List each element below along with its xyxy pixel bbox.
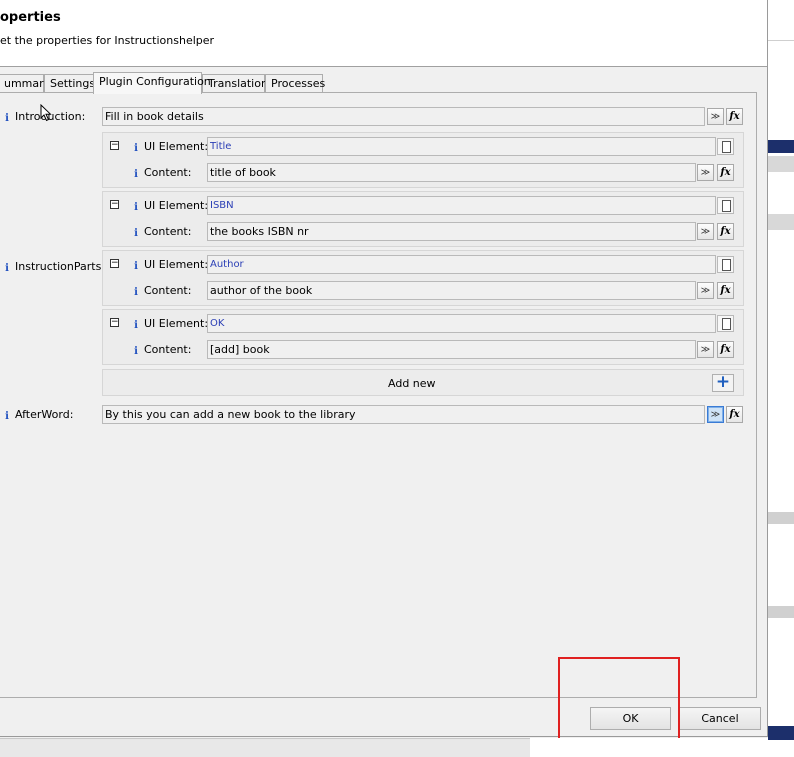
content-field[interactable]: [add] book — [207, 340, 696, 359]
fx-icon[interactable]: fx — [717, 164, 734, 181]
tab-settings[interactable]: Settings — [44, 74, 95, 93]
info-icon: i — [134, 169, 138, 180]
document-icon[interactable] — [717, 197, 734, 214]
mouse-cursor-icon — [40, 104, 52, 122]
afterword-label: i AfterWord: — [2, 408, 73, 422]
fx-icon[interactable]: fx — [726, 108, 743, 125]
collapse-icon[interactable]: − — [110, 259, 119, 268]
info-icon: i — [134, 202, 138, 213]
chevron-down-icon[interactable]: ≫ — [697, 223, 714, 240]
info-icon: i — [134, 228, 138, 239]
chevron-down-icon[interactable]: ≫ — [697, 164, 714, 181]
info-icon: i — [134, 261, 138, 272]
chevron-down-icon[interactable]: ≫ — [697, 341, 714, 358]
document-icon[interactable] — [717, 256, 734, 273]
content-field[interactable]: the books ISBN nr — [207, 222, 696, 241]
background-window-bottom — [0, 738, 530, 757]
ui-element-field[interactable]: Title — [207, 137, 716, 156]
ui-element-field[interactable]: OK — [207, 314, 716, 333]
info-icon: i — [5, 113, 9, 124]
fx-icon[interactable]: fx — [717, 282, 734, 299]
fx-icon[interactable]: fx — [717, 223, 734, 240]
document-icon[interactable] — [717, 138, 734, 155]
instruction-parts-label: i InstructionParts: — [2, 260, 105, 274]
afterword-input[interactable]: By this you can add a new book to the li… — [102, 405, 705, 424]
ok-highlight-annotation — [558, 657, 680, 740]
info-icon: i — [134, 320, 138, 331]
content-label: i Content: — [131, 284, 191, 298]
background-window — [768, 0, 794, 757]
info-icon: i — [134, 346, 138, 357]
chevron-down-icon[interactable]: ≫ — [697, 282, 714, 299]
content-label: i Content: — [131, 166, 191, 180]
content-label: i Content: — [131, 343, 191, 357]
tab-processes[interactable]: Processes — [265, 74, 325, 93]
tab-plugin-configuration[interactable]: Plugin Configuration — [93, 72, 211, 94]
introduction-input[interactable]: Fill in book details — [102, 107, 705, 126]
content-label: i Content: — [131, 225, 191, 239]
content-field[interactable]: author of the book — [207, 281, 696, 300]
content-field[interactable]: title of book — [207, 163, 696, 182]
chevron-down-icon[interactable]: ≫ — [707, 406, 724, 423]
ui-element-label: i UI Element: — [131, 199, 208, 213]
collapse-icon[interactable]: − — [110, 318, 119, 327]
collapse-icon[interactable]: − — [110, 141, 119, 150]
ui-element-field[interactable]: Author — [207, 255, 716, 274]
dialog-title: operties — [0, 10, 61, 25]
collapse-icon[interactable]: − — [110, 200, 119, 209]
fx-icon[interactable]: fx — [726, 406, 743, 423]
info-icon: i — [5, 263, 9, 274]
ui-element-label: i UI Element: — [131, 140, 208, 154]
properties-dialog: operties et the properties for Instructi… — [0, 0, 768, 737]
chevron-down-icon[interactable]: ≫ — [707, 108, 724, 125]
ui-element-field[interactable]: ISBN — [207, 196, 716, 215]
dialog-subtitle: et the properties for Instructionshelper — [0, 34, 215, 47]
info-icon: i — [5, 411, 9, 422]
tab-summary[interactable]: ummary — [0, 74, 50, 93]
tab-translation[interactable]: Translation — [202, 74, 268, 93]
fx-icon[interactable]: fx — [717, 341, 734, 358]
cancel-button[interactable]: Cancel — [679, 707, 761, 730]
dialog-header: operties et the properties for Instructi… — [0, 0, 767, 67]
info-icon: i — [134, 143, 138, 154]
ui-element-label: i UI Element: — [131, 317, 208, 331]
add-new-label: Add new — [388, 377, 436, 390]
background-window-bottom-right — [530, 738, 768, 757]
document-icon[interactable] — [717, 315, 734, 332]
ui-element-label: i UI Element: — [131, 258, 208, 272]
info-icon: i — [134, 287, 138, 298]
add-new-bar: Add new — [102, 369, 744, 396]
add-new-button[interactable]: + — [712, 374, 734, 392]
